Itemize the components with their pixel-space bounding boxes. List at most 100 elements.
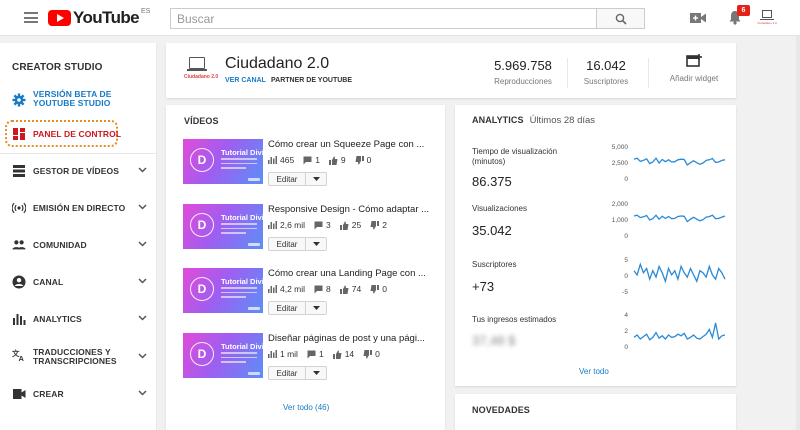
thumbnail-text-lines	[221, 352, 257, 366]
video-thumbnail[interactable]: D Tutorial Divi	[183, 204, 263, 249]
video-row[interactable]: D Tutorial Divi Responsive Design - Cómo a…	[183, 204, 441, 254]
sidebar-item-label: COMUNIDAD	[33, 240, 87, 250]
search-icon	[615, 13, 627, 25]
metric-label: Suscriptores	[472, 260, 517, 269]
video-title[interactable]: Cómo crear un Squeeze Page con ...	[268, 139, 440, 150]
video-thumbnail[interactable]: D Tutorial Divi	[183, 333, 263, 378]
youtube-play-icon	[48, 10, 71, 26]
stat-subscribers: 16.042 Suscriptores	[571, 58, 641, 86]
views-count: 2,6 mil	[280, 220, 306, 230]
analytics-title: ANALYTICS	[472, 115, 524, 125]
dislikes-count: 0	[375, 349, 380, 359]
see-all-videos-link[interactable]: Ver todo (46)	[283, 403, 329, 412]
edit-button[interactable]: Editar	[268, 301, 306, 315]
axis-tick-label: 2,000	[612, 201, 629, 208]
edit-dropdown-button[interactable]	[306, 172, 327, 186]
analytics-icon	[13, 314, 26, 325]
create-icon	[13, 389, 26, 399]
thumbnail-text-lines	[221, 223, 257, 237]
analytics-metric[interactable]: Tiempo de visualización (minutos) 86.375 5…	[472, 144, 732, 195]
dashboard-icon	[13, 128, 25, 140]
sidebar-item-dashboard[interactable]: PANEL DE CONTROL	[0, 126, 157, 142]
edit-dropdown-button[interactable]	[306, 301, 327, 315]
thumbs-up-icon	[339, 221, 349, 230]
sidebar-item-analytics[interactable]: ANALYTICS	[0, 311, 157, 327]
analytics-metric[interactable]: Visualizaciones 35.042 2,000 1,000 0	[472, 201, 732, 252]
thumbnail-text-lines	[221, 287, 257, 301]
analytics-period: Últimos 28 días	[529, 115, 596, 126]
gear-icon	[12, 93, 26, 107]
notification-badge: 6	[737, 5, 750, 16]
divi-logo-letter: D	[197, 153, 207, 167]
dislikes-count: 0	[366, 155, 372, 165]
chevron-down-icon	[138, 241, 147, 247]
sidebar-heading: CREATOR STUDIO	[12, 62, 103, 73]
see-all-analytics-link[interactable]: Ver todo	[579, 367, 609, 376]
video-thumbnail[interactable]: D Tutorial Divi	[183, 268, 263, 313]
view-channel-link[interactable]: VER CANAL	[225, 77, 266, 84]
divi-logo-letter: D	[197, 282, 207, 296]
edit-button[interactable]: Editar	[268, 366, 306, 380]
comments-count: 8	[326, 284, 331, 294]
thumbnail-brand-mark	[248, 307, 260, 310]
thumbnail-title: Tutorial Divi	[221, 213, 263, 222]
video-title[interactable]: Responsive Design - Cómo adaptar ...	[268, 204, 440, 215]
live-icon	[12, 202, 26, 214]
edit-button[interactable]: Editar	[268, 237, 306, 251]
chevron-down-icon	[138, 167, 147, 173]
videos-title: VÍDEOS	[184, 116, 219, 126]
channel-icon	[12, 275, 26, 289]
axis-tick-label: 4	[624, 312, 628, 319]
youtube-logo[interactable]: YouTube ES	[48, 8, 150, 27]
channel-avatar[interactable]: Ciudadano 2.0	[184, 56, 218, 84]
thumbnail-brand-mark	[248, 178, 260, 181]
sidebar-item-create[interactable]: CREAR	[0, 386, 157, 402]
search-input[interactable]	[171, 9, 596, 28]
video-thumbnail[interactable]: D Tutorial Divi	[183, 139, 263, 184]
thumbnail-title: Tutorial Divi	[221, 342, 263, 351]
caret-down-icon	[312, 242, 320, 246]
monitor-icon	[189, 57, 205, 69]
analytics-card: ANALYTICS Últimos 28 días Tiempo de visu…	[455, 105, 736, 386]
video-row[interactable]: D Tutorial Divi Cómo crear un Squeeze Page…	[183, 139, 441, 189]
search-button[interactable]	[596, 8, 645, 29]
sidebar-item-label: CANAL	[33, 277, 64, 287]
axis-tick-label: 1,000	[612, 217, 629, 224]
dislikes-count: 2	[382, 220, 387, 230]
upload-video-icon[interactable]	[690, 12, 706, 24]
edit-button[interactable]: Editar	[268, 172, 306, 186]
add-widget-button[interactable]: Añadir widget	[659, 54, 729, 83]
video-title[interactable]: Diseñar páginas de post y una pági...	[268, 333, 440, 344]
video-title[interactable]: Cómo crear una Landing Page con ...	[268, 268, 440, 279]
sidebar-item-community[interactable]: COMUNIDAD	[0, 237, 157, 253]
sidebar-item-translations[interactable]: 文 A TRADUCCIONES Y TRANSCRIPCIONES	[0, 346, 157, 366]
analytics-metric[interactable]: Tus ingresos estimados 37,48 $ 4 2 0	[472, 312, 732, 363]
analytics-metric[interactable]: Suscriptores +73 5 0 -5	[472, 257, 732, 308]
caret-down-icon	[312, 177, 320, 181]
sidebar-item-live[interactable]: EMISIÓN EN DIRECTO	[0, 200, 157, 216]
scrollbar[interactable]	[796, 36, 800, 430]
likes-count: 74	[351, 284, 362, 294]
account-avatar[interactable]: Ciudadano 2.0	[757, 10, 777, 26]
edit-dropdown-button[interactable]	[306, 237, 327, 251]
edit-button-group: Editar	[268, 366, 327, 380]
axis-tick-label: 5	[624, 257, 628, 264]
comments-count: 1	[318, 349, 324, 359]
likes-count: 14	[344, 349, 355, 359]
sidebar-item-beta[interactable]: VERSIÓN BETA DE YOUTUBE STUDIO	[0, 90, 157, 110]
menu-icon[interactable]	[24, 12, 38, 23]
sidebar-item-channel[interactable]: CANAL	[0, 274, 157, 290]
edit-button-group: Editar	[268, 301, 327, 315]
chevron-down-icon	[138, 353, 147, 359]
sidebar-item-video-manager[interactable]: GESTOR DE VÍDEOS	[0, 163, 157, 179]
news-card: NOVEDADES	[455, 394, 736, 430]
community-icon	[12, 240, 26, 250]
axis-tick-label: 0	[624, 273, 628, 280]
video-row[interactable]: D Tutorial Divi Diseñar páginas de post y …	[183, 333, 441, 383]
edit-dropdown-button[interactable]	[306, 366, 327, 380]
metric-value: 37,48 $	[472, 333, 516, 348]
video-row[interactable]: D Tutorial Divi Cómo crear una Landing Pag…	[183, 268, 441, 318]
sidebar-item-label: CREAR	[33, 389, 64, 399]
svg-text:A: A	[19, 354, 25, 362]
comments-icon	[303, 156, 312, 165]
